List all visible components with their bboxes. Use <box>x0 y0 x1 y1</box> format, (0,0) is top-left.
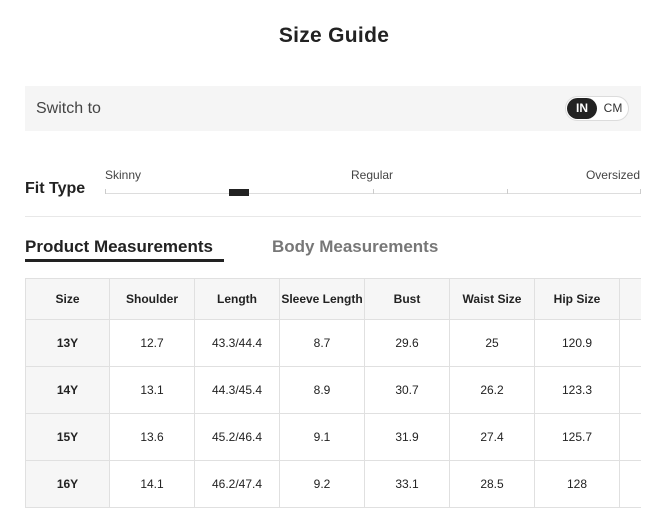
table-cell: 43.3/44.4 <box>194 319 280 367</box>
column-header: Size <box>25 278 110 320</box>
unit-switch-bar: Switch to IN CM <box>25 86 641 131</box>
active-tab-underline <box>25 259 224 262</box>
table-cell: 45.2/46.4 <box>194 413 280 461</box>
table-cell: 14.1 <box>109 460 195 508</box>
table-cell: 9.2 <box>279 460 365 508</box>
fit-scale-tick <box>105 189 106 194</box>
table-cell <box>619 413 641 461</box>
table-cell: 123.3 <box>534 366 620 414</box>
fit-scale-tick <box>640 189 641 194</box>
column-header: Waist Size <box>449 278 535 320</box>
table-cell: 13.6 <box>109 413 195 461</box>
table-cell: 25 <box>449 319 535 367</box>
table-cell: 125.7 <box>534 413 620 461</box>
table-cell: 13.1 <box>109 366 195 414</box>
table-cell: 31.9 <box>364 413 450 461</box>
size-cell: 15Y <box>25 413 110 461</box>
column-header: Sleeve Length <box>279 278 365 320</box>
table-cell <box>619 366 641 414</box>
fit-option-regular: Regular <box>351 168 394 182</box>
table-row: 13Y 12.7 43.3/44.4 8.7 29.6 25 120.9 <box>25 319 641 367</box>
table-cell: 46.2/47.4 <box>194 460 280 508</box>
table-cell: 44.3/45.4 <box>194 366 280 414</box>
unit-in-option[interactable]: IN <box>567 98 597 119</box>
switch-label: Switch to <box>36 100 101 117</box>
column-header: Hip Size <box>534 278 620 320</box>
unit-toggle[interactable]: IN CM <box>565 96 629 121</box>
size-cell: 13Y <box>25 319 110 367</box>
fit-type-label: Fit Type <box>25 180 86 197</box>
table-cell: 27.4 <box>449 413 535 461</box>
table-cell: 8.7 <box>279 319 365 367</box>
size-cell: 16Y <box>25 460 110 508</box>
column-header <box>619 278 641 320</box>
table-row: 15Y 13.6 45.2/46.4 9.1 31.9 27.4 125.7 <box>25 413 641 461</box>
table-cell: 128 <box>534 460 620 508</box>
fit-scale-marker <box>229 189 249 196</box>
table-cell <box>619 319 641 367</box>
fit-scale-tick <box>373 189 374 194</box>
table-header-row: Size Shoulder Length Sleeve Length Bust … <box>25 278 641 320</box>
table-cell: 26.2 <box>449 366 535 414</box>
column-header: Length <box>194 278 280 320</box>
page-title: Size Guide <box>278 24 390 47</box>
fit-scale-tick <box>507 189 508 194</box>
table-cell <box>619 460 641 508</box>
table-cell: 8.9 <box>279 366 365 414</box>
measurements-table: Size Shoulder Length Sleeve Length Bust … <box>25 278 641 508</box>
section-divider <box>25 216 641 217</box>
table-cell: 33.1 <box>364 460 450 508</box>
column-header: Bust <box>364 278 450 320</box>
fit-option-skinny: Skinny <box>105 168 142 182</box>
tab-product-measurements[interactable]: Product Measurements <box>25 237 213 257</box>
table-cell: 9.1 <box>279 413 365 461</box>
table-row: 14Y 13.1 44.3/45.4 8.9 30.7 26.2 123.3 <box>25 366 641 414</box>
table-cell: 30.7 <box>364 366 450 414</box>
size-cell: 14Y <box>25 366 110 414</box>
table-cell: 29.6 <box>364 319 450 367</box>
measurements-table-container[interactable]: Size Shoulder Length Sleeve Length Bust … <box>25 278 641 510</box>
table-cell: 120.9 <box>534 319 620 367</box>
table-cell: 12.7 <box>109 319 195 367</box>
unit-cm-option[interactable]: CM <box>600 98 626 119</box>
table-cell: 28.5 <box>449 460 535 508</box>
tab-body-measurements[interactable]: Body Measurements <box>272 237 438 257</box>
column-header: Shoulder <box>109 278 195 320</box>
fit-option-oversized: Oversized <box>585 168 640 182</box>
table-row: 16Y 14.1 46.2/47.4 9.2 33.1 28.5 128 <box>25 460 641 508</box>
